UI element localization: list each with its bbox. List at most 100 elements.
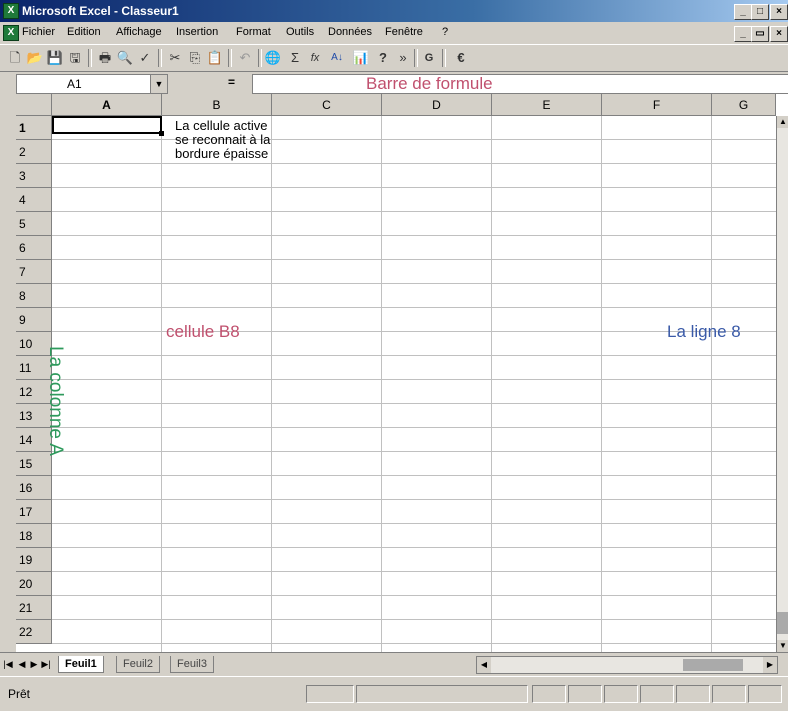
- column-header-c[interactable]: C: [272, 94, 382, 116]
- paste-icon[interactable]: 📋: [206, 49, 224, 67]
- row-header[interactable]: 2: [16, 140, 52, 164]
- column-a-label: La colonne A: [45, 346, 66, 456]
- cell-b8-annotation: cellule B8: [166, 322, 240, 341]
- worksheet-grid[interactable]: A B C D E F G ▲ ▼ 1 2 3 4 5 6 7 8 9 10 11 12 13 14 15 1…: [16, 94, 788, 652]
- menu-format[interactable]: Format: [236, 26, 271, 38]
- cell-b1-text: La cellule active: [175, 118, 268, 133]
- scroll-up-icon[interactable]: ▲: [777, 116, 788, 128]
- active-cell-a1[interactable]: [52, 116, 162, 134]
- menu-affichage[interactable]: Affichage: [116, 26, 162, 38]
- cut-icon[interactable]: ✂: [166, 49, 184, 67]
- status-panel: [306, 685, 354, 703]
- print-icon[interactable]: 🖶: [96, 49, 114, 67]
- formula-bar-annotation: Barre de formule: [366, 74, 493, 93]
- undo-icon[interactable]: ↶: [236, 49, 254, 67]
- chevron-down-icon[interactable]: ▼: [150, 75, 167, 93]
- menu-fenetre[interactable]: Fenêtre: [385, 26, 423, 38]
- sheet-tab-feuil1[interactable]: Feuil1: [58, 656, 104, 673]
- autosum-icon[interactable]: Σ: [286, 49, 304, 67]
- select-all-corner[interactable]: [16, 94, 52, 116]
- status-panel: [532, 685, 566, 703]
- function-icon[interactable]: fx: [306, 49, 324, 67]
- last-sheet-icon[interactable]: ▶|: [40, 657, 52, 671]
- hyperlink-icon[interactable]: 🌐: [264, 49, 282, 67]
- prev-sheet-icon[interactable]: ◀: [16, 657, 28, 671]
- status-bar: Prêt: [0, 676, 788, 711]
- spelling-icon[interactable]: ✓: [136, 49, 154, 67]
- window-title: Microsoft Excel - Classeur1: [22, 4, 179, 18]
- column-header-a[interactable]: A: [52, 94, 162, 116]
- save-icon[interactable]: 💾: [46, 49, 64, 67]
- row-header[interactable]: 8: [16, 284, 52, 308]
- status-panel: [748, 685, 782, 703]
- permission-icon[interactable]: 🖫: [66, 49, 84, 67]
- menu-fichier[interactable]: Fichier: [22, 26, 55, 38]
- bold-icon[interactable]: G: [420, 49, 438, 67]
- euro-icon[interactable]: €: [452, 49, 470, 67]
- cell-b3-text: bordure épaisse: [175, 146, 269, 161]
- next-sheet-icon[interactable]: ▶: [28, 657, 40, 671]
- doc-restore-button[interactable]: ▭: [751, 26, 769, 42]
- print-preview-icon[interactable]: 🔍: [116, 49, 134, 67]
- title-bar: X Microsoft Excel - Classeur1 _ □ ×: [0, 0, 788, 22]
- row-header[interactable]: 9: [16, 308, 52, 332]
- scroll-right-icon[interactable]: ▶: [763, 657, 777, 673]
- copy-icon[interactable]: ⎘: [186, 49, 204, 67]
- row-header[interactable]: 5: [16, 212, 52, 236]
- row-header[interactable]: 7: [16, 260, 52, 284]
- menu-insertion[interactable]: Insertion: [176, 26, 218, 38]
- vertical-scrollbar[interactable]: ▲ ▼: [776, 116, 788, 652]
- formula-bar: A1 ▼ = Barre de formule: [0, 72, 788, 94]
- minimize-button[interactable]: _: [734, 4, 752, 20]
- row-8-annotation: La ligne 8: [667, 322, 741, 341]
- formula-input[interactable]: [252, 74, 788, 94]
- status-panel: [356, 685, 528, 703]
- fill-handle[interactable]: [159, 131, 164, 136]
- more-options-icon[interactable]: »: [394, 49, 412, 67]
- toolbar-separator: [158, 49, 162, 67]
- doc-minimize-button[interactable]: _: [734, 26, 752, 42]
- row-header[interactable]: 1: [16, 116, 52, 140]
- row-header[interactable]: 18: [16, 524, 52, 548]
- name-box[interactable]: A1 ▼: [16, 74, 168, 94]
- status-panel: [604, 685, 638, 703]
- first-sheet-icon[interactable]: |◀: [2, 657, 14, 671]
- column-header-b[interactable]: B: [162, 94, 272, 116]
- row-header[interactable]: 4: [16, 188, 52, 212]
- sort-ascending-icon[interactable]: A↓: [328, 49, 346, 67]
- row-header[interactable]: 22: [16, 620, 52, 644]
- column-header-e[interactable]: E: [492, 94, 602, 116]
- row-header[interactable]: 3: [16, 164, 52, 188]
- row-header[interactable]: 19: [16, 548, 52, 572]
- horizontal-scrollbar[interactable]: ◀ ▶: [476, 656, 778, 674]
- row-header[interactable]: 21: [16, 596, 52, 620]
- excel-icon[interactable]: X: [3, 3, 19, 19]
- column-header-d[interactable]: D: [382, 94, 492, 116]
- sheet-tab-feuil2[interactable]: Feuil2: [116, 656, 160, 673]
- document-icon[interactable]: X: [3, 25, 19, 41]
- row-header[interactable]: 6: [16, 236, 52, 260]
- equals-sign[interactable]: =: [228, 75, 235, 89]
- scroll-left-icon[interactable]: ◀: [477, 657, 491, 673]
- horizontal-scroll-thumb[interactable]: [683, 659, 743, 671]
- scroll-thumb[interactable]: [777, 612, 788, 634]
- menu-help[interactable]: ?: [442, 26, 448, 38]
- menu-outils[interactable]: Outils: [286, 26, 314, 38]
- scroll-down-icon[interactable]: ▼: [777, 640, 788, 652]
- column-gridline: [381, 116, 382, 652]
- help-icon[interactable]: ?: [374, 49, 392, 67]
- close-button[interactable]: ×: [770, 4, 788, 20]
- status-panel: [568, 685, 602, 703]
- maximize-button[interactable]: □: [751, 4, 769, 20]
- standard-toolbar: 🗋 📂 💾 🖫 🖶 🔍 ✓ ✂ ⎘ 📋 ↶ 🌐 Σ fx A↓ 📊 ? » G …: [0, 44, 788, 72]
- sheet-tab-feuil3[interactable]: Feuil3: [170, 656, 214, 673]
- menu-donnees[interactable]: Données: [328, 26, 372, 38]
- column-header-g[interactable]: G: [712, 94, 776, 116]
- chart-wizard-icon[interactable]: 📊: [352, 49, 370, 67]
- row-header[interactable]: 20: [16, 572, 52, 596]
- new-icon[interactable]: 🗋: [6, 49, 24, 67]
- column-header-f[interactable]: F: [602, 94, 712, 116]
- doc-close-button[interactable]: ×: [770, 26, 788, 42]
- menu-edition[interactable]: Edition: [67, 26, 101, 38]
- open-icon[interactable]: 📂: [26, 49, 44, 67]
